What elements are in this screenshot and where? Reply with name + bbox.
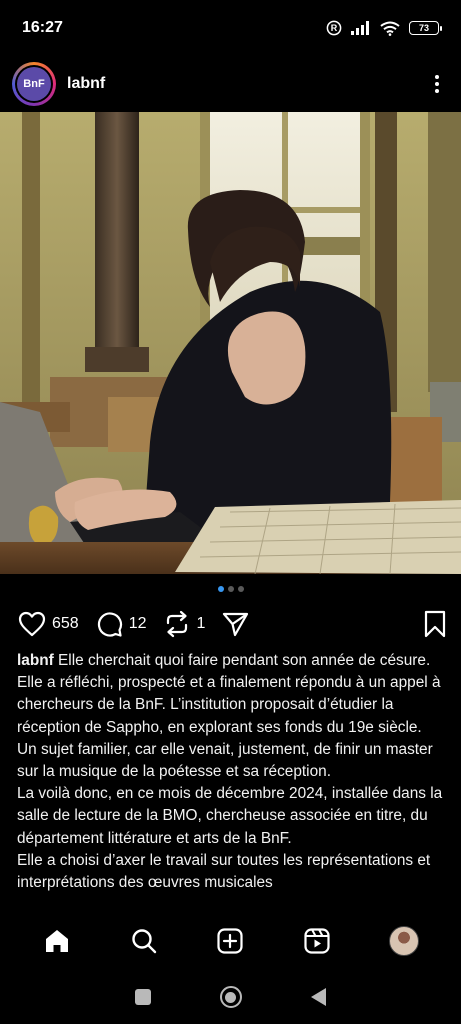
battery-icon: 73	[409, 21, 442, 35]
share-button[interactable]	[221, 610, 249, 638]
registered-icon: R	[326, 20, 342, 36]
caption-paragraph: Un sujet familier, car elle venait, just…	[17, 740, 433, 781]
create-icon	[217, 928, 244, 954]
signal-icon	[351, 21, 369, 35]
caption-username[interactable]: labnf	[17, 652, 54, 669]
home-button-icon[interactable]	[219, 986, 242, 1008]
nav-create[interactable]	[210, 921, 250, 961]
like-button[interactable]: 658	[18, 611, 79, 637]
nav-reels[interactable]	[297, 921, 337, 961]
repost-icon	[166, 610, 187, 638]
more-options-icon[interactable]	[425, 69, 449, 99]
carousel-dots	[0, 586, 461, 592]
system-nav	[0, 970, 461, 1024]
bookmark-icon	[424, 610, 446, 638]
save-button[interactable]	[423, 610, 447, 638]
bnf-logo: BnF	[17, 67, 51, 101]
svg-text:R: R	[331, 23, 338, 33]
nav-home[interactable]	[37, 921, 77, 961]
action-bar: 658 12 1	[0, 604, 461, 644]
profile-avatar	[388, 926, 419, 956]
caption-paragraph: Elle a choisi d’axer le travail sur tout…	[17, 851, 431, 892]
carousel-dot	[227, 586, 234, 592]
back-icon[interactable]	[311, 988, 327, 1006]
status-bar: 16:27 R 73	[0, 0, 461, 56]
repost-count: 1	[196, 615, 206, 632]
avatar[interactable]: BnF	[12, 62, 56, 106]
post-header: BnF labnf	[0, 56, 461, 112]
comment-count: 12	[128, 615, 147, 632]
post-photo[interactable]	[0, 112, 461, 574]
status-icons: R 73	[326, 20, 442, 36]
comment-icon	[97, 612, 122, 637]
caption-paragraph: labnf Elle cherchait quoi faire pendant …	[17, 652, 441, 736]
heart-icon	[18, 611, 46, 637]
bottom-nav	[0, 912, 461, 970]
reels-icon	[304, 928, 330, 954]
send-icon	[223, 612, 249, 637]
recents-icon[interactable]	[134, 989, 151, 1005]
battery-level: 73	[418, 23, 429, 33]
search-icon	[132, 929, 157, 954]
repost-button[interactable]: 1	[163, 610, 206, 638]
carousel-dot	[237, 586, 244, 592]
wifi-icon	[380, 21, 400, 36]
carousel-dot-active	[217, 586, 224, 592]
nav-search[interactable]	[124, 921, 164, 961]
post-caption: labnf Elle cherchait quoi faire pendant …	[17, 650, 449, 894]
post-username[interactable]: labnf	[67, 75, 105, 93]
like-count: 658	[52, 615, 79, 632]
home-icon	[46, 930, 69, 952]
nav-profile[interactable]	[384, 921, 424, 961]
photo-scene	[0, 112, 461, 574]
comment-button[interactable]: 12	[95, 610, 147, 638]
status-time: 16:27	[22, 19, 63, 36]
caption-paragraph: La voilà donc, en ce mois de décembre 20…	[17, 785, 443, 847]
